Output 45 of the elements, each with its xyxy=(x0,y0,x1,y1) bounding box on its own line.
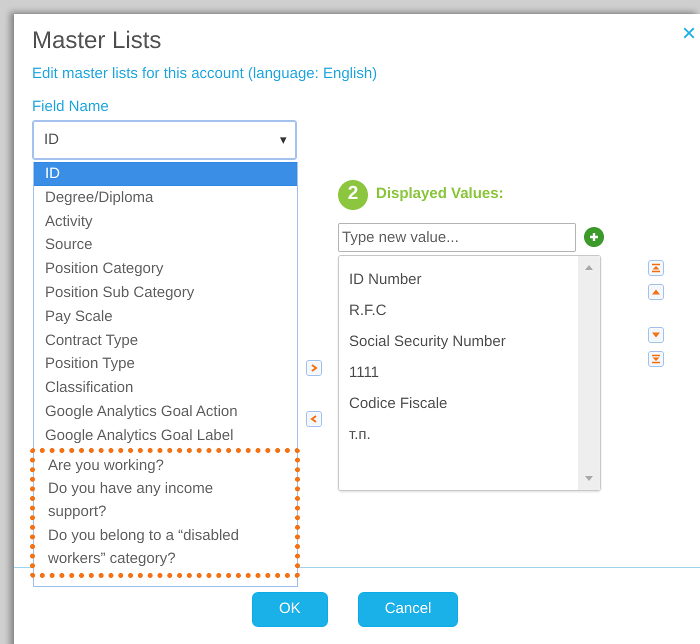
value-item[interactable]: т.п. xyxy=(339,418,578,450)
dropdown-option[interactable]: Source xyxy=(34,233,297,258)
dropdown-option[interactable]: Do you have any income support? xyxy=(37,476,295,524)
move-down-button[interactable] xyxy=(648,326,664,342)
dropdown-option[interactable]: Position Type xyxy=(34,352,297,376)
dropdown-option[interactable]: Activity xyxy=(34,210,297,234)
move-top-button[interactable] xyxy=(648,260,664,276)
value-item[interactable]: ID Number xyxy=(339,264,578,294)
dialog-subtitle: Edit master lists for this account (language: English) xyxy=(32,64,378,84)
value-input[interactable]: Type new value... xyxy=(338,222,576,252)
dropdown-option[interactable]: Classification xyxy=(34,376,297,400)
dropdown-option[interactable]: ID xyxy=(34,162,297,186)
step-number: 2 xyxy=(338,180,368,210)
add-button[interactable] xyxy=(584,227,604,247)
move-bottom-button[interactable] xyxy=(648,350,664,366)
field-name-select[interactable]: ID ▾ xyxy=(32,120,297,160)
dropdown-option[interactable]: Position Sub Category xyxy=(34,280,297,305)
move-right-button[interactable] xyxy=(306,360,322,376)
move-left-button[interactable] xyxy=(306,410,322,426)
select-value: ID xyxy=(44,130,59,150)
dropdown-option[interactable]: Position Category xyxy=(34,257,297,281)
move-top-icon xyxy=(651,262,661,272)
move-bottom-icon xyxy=(651,354,661,364)
value-item[interactable]: Social Security Number xyxy=(339,326,578,356)
chevron-left-icon xyxy=(309,414,319,424)
triangle-down-icon xyxy=(651,330,661,340)
scroll-up-icon[interactable] xyxy=(585,264,593,270)
chevron-right-icon xyxy=(309,362,319,372)
scroll-down-icon[interactable] xyxy=(585,476,593,480)
value-item[interactable]: R.F.C xyxy=(339,294,578,326)
dropdown-option[interactable]: Google Analytics Goal Action xyxy=(34,400,297,424)
plus-icon xyxy=(589,232,599,242)
dropdown-option[interactable]: Are you working? xyxy=(37,454,295,477)
dialog-title: Master Lists xyxy=(32,26,162,56)
section-heading: Displayed Values: xyxy=(376,184,504,204)
caret-icon: ▾ xyxy=(280,130,287,150)
dropdown-option[interactable]: Do you belong to a “disabled workers” category? xyxy=(37,524,295,571)
field-label: Field Name xyxy=(32,96,110,116)
move-up-button[interactable] xyxy=(648,284,664,300)
value-item[interactable]: Codice Fiscale xyxy=(339,388,578,418)
dropdown-option[interactable]: Contract Type xyxy=(34,328,297,352)
dropdown-option[interactable]: Google Analytics Goal Label xyxy=(34,424,297,448)
dropdown-option[interactable]: Pay Scale xyxy=(34,304,297,329)
value-item[interactable]: 1111 xyxy=(339,356,578,388)
dropdown-option[interactable]: Degree/Diploma xyxy=(34,186,297,210)
